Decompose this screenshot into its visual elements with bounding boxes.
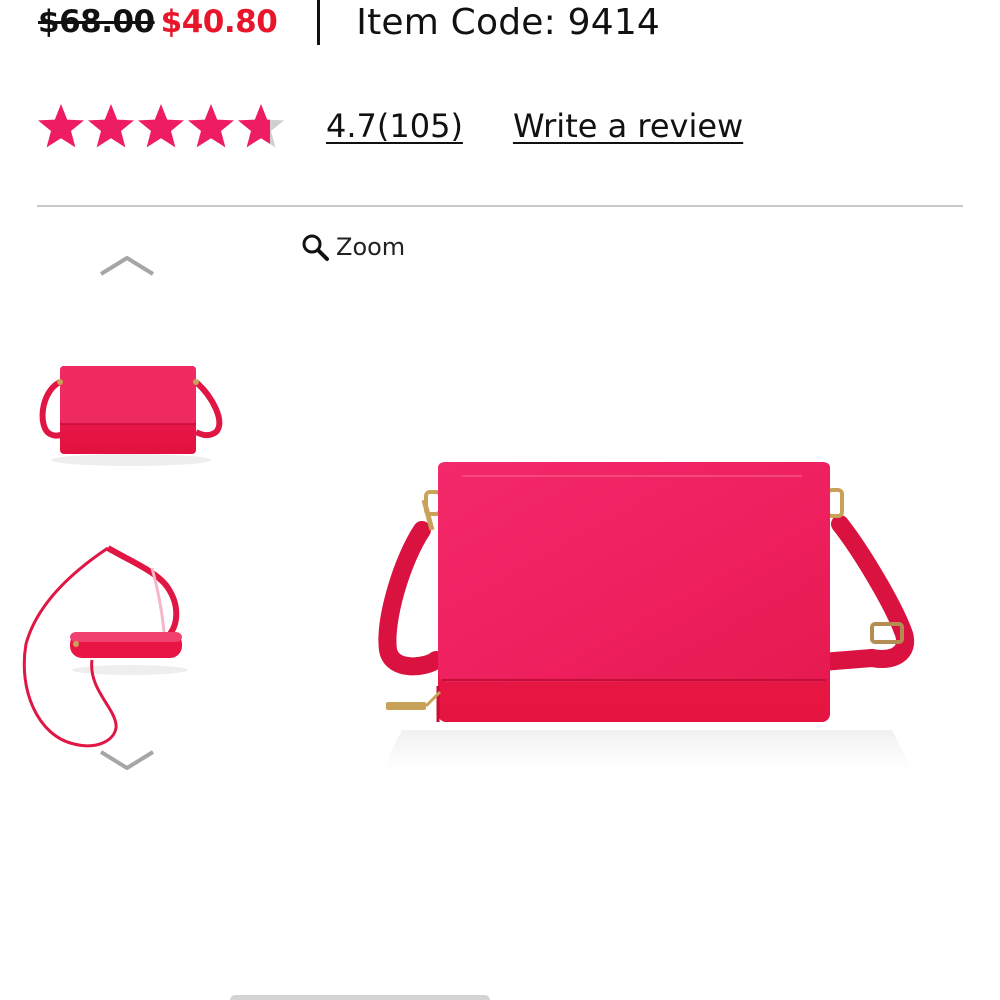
star-icon xyxy=(238,104,284,148)
item-code: Item Code: 9414 xyxy=(356,1,661,43)
rating-summary-link[interactable]: 4.7(105) xyxy=(326,107,463,145)
star-icon xyxy=(38,104,84,148)
zoom-label: Zoom xyxy=(336,233,406,261)
sale-price: $40.80 xyxy=(160,4,278,40)
star-icon xyxy=(138,104,184,148)
section-divider xyxy=(37,205,963,207)
zoom-button[interactable]: Zoom xyxy=(300,230,405,264)
chevron-down-icon[interactable] xyxy=(98,748,156,774)
write-review-link[interactable]: Write a review xyxy=(513,107,743,145)
vertical-divider xyxy=(317,0,321,45)
star-icon xyxy=(88,104,134,148)
original-price: $68.00 xyxy=(38,4,155,40)
thumbnail-strap-view[interactable] xyxy=(18,540,208,752)
magnifier-icon xyxy=(302,234,329,261)
star-icon xyxy=(188,104,234,148)
price-row: $68.00 $40.80 Item Code: 9414 xyxy=(38,0,660,48)
main-product-image[interactable] xyxy=(372,440,920,800)
thumbnail-front-view[interactable] xyxy=(36,352,226,472)
rating-row: 4.7(105) Write a review xyxy=(36,100,743,152)
chevron-up-icon[interactable] xyxy=(98,252,156,278)
scroll-indicator xyxy=(230,995,490,1000)
star-rating xyxy=(36,101,286,151)
